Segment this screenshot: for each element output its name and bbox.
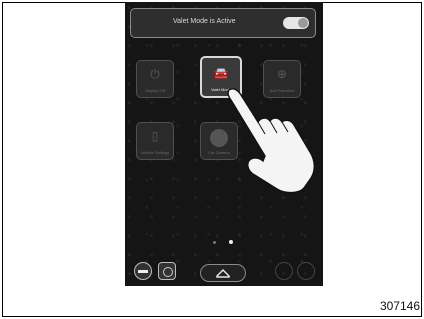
figure-number: 307146 [379,299,420,313]
bottom-bar [125,256,323,286]
minus-button[interactable] [134,262,152,280]
tile-label: Vehicle Settings [140,150,170,155]
tile-display-off[interactable]: ⏻ Display Off [136,60,174,98]
secondary-button-2[interactable] [297,262,315,280]
home-button[interactable] [200,264,246,282]
valet-status-bar: Valet Mode is Active [130,8,316,38]
toggle-knob [298,18,308,28]
power-icon: ⏻ [150,67,160,81]
home-icon [216,268,230,278]
app-icon [163,267,173,277]
app-button[interactable] [158,262,176,280]
valet-toggle[interactable] [283,17,309,29]
secondary-button-1[interactable] [275,262,293,280]
minus-icon [138,270,148,273]
valet-status-text: Valet Mode is Active [173,18,236,25]
add-icon: ⊕ [276,67,288,81]
phone-screen: Valet Mode is Active ⏻ Display Off 🚘 Val… [125,2,323,286]
tile-vehicle-settings[interactable]: ▯ Vehicle Settings [136,122,174,160]
tile-label: Display Off [145,88,165,93]
page-dot-1[interactable] [213,241,216,244]
page-dot-2[interactable] [229,240,233,244]
hand-pointer-icon [227,88,315,194]
valet-car-icon: 🚘 [213,66,229,80]
phone-icon: ▯ [151,129,159,143]
